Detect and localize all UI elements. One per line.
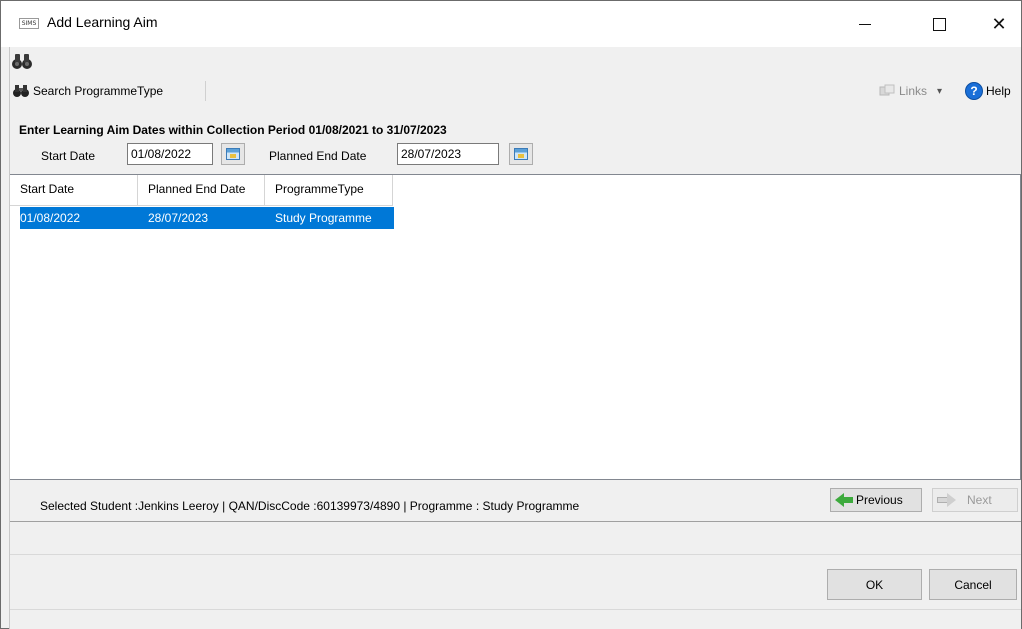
binoculars-icon	[12, 54, 32, 69]
help-icon: ?	[965, 82, 983, 100]
previous-button[interactable]: Previous	[830, 488, 922, 512]
selected-student-info: Selected Student :Jenkins Leeroy | QAN/D…	[40, 499, 580, 513]
cell-programme-type: Study Programme	[275, 211, 372, 225]
search-programme-type-button[interactable]: Search ProgrammeType	[13, 81, 163, 101]
left-border	[9, 47, 10, 629]
add-learning-aim-window: SIMS Add Learning Aim ✕ Search Programme…	[0, 0, 1022, 629]
table-row[interactable]: 01/08/2022 28/07/2023 Study Programme	[20, 207, 394, 229]
binoculars-icon	[13, 85, 29, 97]
learning-aim-dates-panel: Enter Learning Aim Dates within Collecti…	[9, 117, 1021, 174]
sims-app-icon: SIMS	[19, 18, 39, 29]
help-button[interactable]: ? Help	[965, 81, 1011, 101]
calendar-icon	[514, 148, 528, 160]
cell-planned-end-date: 28/07/2023	[148, 211, 209, 225]
previous-label: Previous	[856, 493, 903, 507]
ok-button[interactable]: OK	[827, 569, 922, 600]
links-label: Links	[899, 84, 928, 98]
toolbar-area: Search ProgrammeType Links ▾ ? Help	[9, 47, 1021, 117]
column-header-planned-end-date[interactable]: Planned End Date	[138, 175, 265, 206]
left-arrow-icon	[835, 493, 853, 507]
maximize-icon	[932, 17, 946, 31]
planned-end-date-label: Planned End Date	[269, 149, 367, 163]
start-date-field[interactable]: 01/08/2022	[127, 143, 213, 165]
column-header-start-date[interactable]: Start Date	[10, 175, 138, 206]
status-strip	[9, 609, 1021, 629]
separator-strip	[9, 523, 1021, 555]
column-header-programme-type[interactable]: ProgrammeType	[265, 175, 393, 206]
minimize-icon	[859, 23, 871, 25]
maximize-button[interactable]	[916, 1, 962, 47]
toolbar: Search ProgrammeType Links ▾ ? Help	[9, 77, 1021, 105]
next-label: Next	[967, 493, 992, 507]
cell-start-date: 01/08/2022	[20, 211, 81, 225]
chevron-down-icon: ▾	[937, 85, 943, 97]
planned-end-date-calendar-button[interactable]	[509, 143, 533, 165]
title-bar: SIMS Add Learning Aim ✕	[1, 1, 1021, 47]
right-arrow-icon	[937, 493, 956, 507]
window-title: Add Learning Aim	[47, 14, 158, 30]
help-label: Help	[986, 84, 1011, 98]
toolbar-separator	[205, 81, 206, 101]
close-button[interactable]: ✕	[976, 1, 1022, 47]
dates-heading: Enter Learning Aim Dates within Collecti…	[19, 123, 447, 137]
links-dropdown-button[interactable]: Links ▾	[879, 81, 942, 101]
calendar-icon	[226, 148, 240, 160]
close-icon: ✕	[991, 13, 1007, 35]
next-button[interactable]: Next	[932, 488, 1018, 512]
search-programme-type-label: Search ProgrammeType	[33, 84, 164, 98]
selected-info-bar: Selected Student :Jenkins Leeroy | QAN/D…	[9, 480, 1021, 522]
grid-header: Start Date Planned End Date ProgrammeTyp…	[10, 175, 393, 206]
start-date-calendar-button[interactable]	[221, 143, 245, 165]
start-date-label: Start Date	[41, 149, 96, 163]
cancel-button[interactable]: Cancel	[929, 569, 1017, 600]
programme-grid: Start Date Planned End Date ProgrammeTyp…	[9, 174, 1021, 480]
minimize-button[interactable]	[842, 1, 888, 47]
planned-end-date-field[interactable]: 28/07/2023	[397, 143, 499, 165]
links-icon	[879, 84, 895, 96]
